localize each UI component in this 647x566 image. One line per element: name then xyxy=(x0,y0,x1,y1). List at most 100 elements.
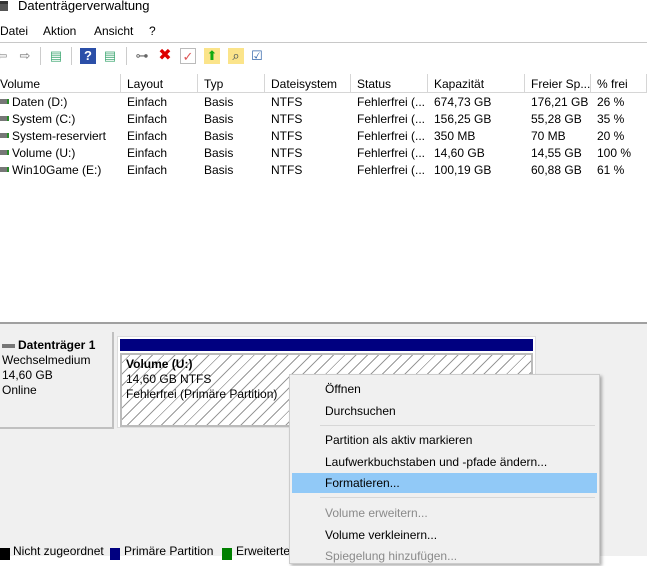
table-cell: NTFS xyxy=(271,146,303,160)
table-cell: 350 MB xyxy=(434,129,476,143)
menu-item-shrink-volume[interactable]: Volume verkleinern... xyxy=(292,525,597,545)
table-cell: 26 % xyxy=(597,95,625,109)
column-header-dateisystem[interactable]: Dateisystem xyxy=(265,74,351,93)
table-cell: 14,60 GB xyxy=(434,146,485,160)
table-cell: 14,55 GB xyxy=(531,146,582,160)
table-cell: 100 % xyxy=(597,146,632,160)
column-header-status[interactable]: Status xyxy=(351,74,428,93)
table-cell: Einfach xyxy=(127,163,168,177)
table-cell: NTFS xyxy=(271,129,303,143)
table-cell: Volume (U:) xyxy=(12,146,76,160)
legend-swatch-primary xyxy=(110,548,120,560)
table-cell: Basis xyxy=(204,112,234,126)
menu-item-durchsuchen[interactable]: Durchsuchen xyxy=(292,401,597,421)
volume-icon xyxy=(0,133,9,138)
disk-status: Online xyxy=(2,383,37,397)
disk-size: 14,60 GB xyxy=(2,368,53,382)
disk-icon xyxy=(2,343,15,348)
table-cell: NTFS xyxy=(271,163,303,177)
table-cell: System (C:) xyxy=(12,112,76,126)
table-cell: Fehlerfrei (... xyxy=(357,95,426,109)
table-row[interactable]: System-reserviert Einfach Basis NTFS Fehlerf… xyxy=(0,128,647,145)
table-cell: 176,21 GB xyxy=(531,95,589,109)
legend-swatch-extended xyxy=(222,548,232,560)
table-cell: Einfach xyxy=(127,95,168,109)
menu-bar: Datei Aktion Ansicht ? xyxy=(0,22,647,40)
volume-icon xyxy=(0,167,9,172)
menu-aktion[interactable]: Aktion xyxy=(43,24,76,38)
table-cell: 674,73 GB xyxy=(434,95,492,109)
delete-icon[interactable]: ✖ xyxy=(157,48,173,64)
table-cell: Fehlerfrei (... xyxy=(357,163,426,177)
legend: Nicht zugeordnet Primäre Partition Erwei… xyxy=(0,544,290,561)
partition-name: Volume (U:) xyxy=(126,357,193,371)
checklist-icon[interactable]: ☑ xyxy=(249,48,265,64)
primary-partition-bar xyxy=(120,339,533,351)
table-cell: NTFS xyxy=(271,95,303,109)
disk-name: Datenträger 1 xyxy=(18,338,96,352)
table-cell: System-reserviert xyxy=(12,129,107,143)
table-cell: Basis xyxy=(204,163,234,177)
search-icon[interactable]: ⌕ xyxy=(228,48,244,64)
table-cell: 156,25 GB xyxy=(434,112,492,126)
action-pane-icon[interactable]: ▤ xyxy=(102,48,118,64)
menu-help[interactable]: ? xyxy=(149,24,156,38)
table-cell: Fehlerfrei (... xyxy=(357,146,426,160)
column-header-kapazitaet[interactable]: Kapazität xyxy=(428,74,525,93)
table-row[interactable]: Win10Game (E:) Einfach Basis NTFS Fehlerfrei… xyxy=(0,162,647,179)
console-tree-icon[interactable]: ▤ xyxy=(48,48,64,64)
menu-item-formatieren[interactable]: Formatieren... xyxy=(292,473,597,493)
menu-item-change-drive-letter[interactable]: Laufwerkbuchstaben und -pfade ändern... xyxy=(292,452,597,472)
table-row[interactable]: Volume (U:) Einfach Basis NTFS Fehlerfrei (.… xyxy=(0,145,647,162)
menu-item-oeffnen[interactable]: Öffnen xyxy=(292,379,597,399)
table-cell: 20 % xyxy=(597,129,625,143)
table-cell: Basis xyxy=(204,146,234,160)
menu-item-extend-volume: Volume erweitern... xyxy=(325,506,428,520)
volume-icon xyxy=(0,116,9,121)
table-cell: 55,28 GB xyxy=(531,112,582,126)
column-header-freier-speicher[interactable]: Freier Sp... xyxy=(525,74,591,93)
column-header-volume[interactable]: Volume xyxy=(0,74,121,93)
table-cell: 100,19 GB xyxy=(434,163,492,177)
legend-swatch-unallocated xyxy=(0,548,10,560)
column-header-prozent-frei[interactable]: % frei xyxy=(591,74,647,93)
table-cell: Win10Game (E:) xyxy=(12,163,102,177)
menu-ansicht[interactable]: Ansicht xyxy=(94,24,133,38)
table-cell: 61 % xyxy=(597,163,625,177)
table-cell: 60,88 GB xyxy=(531,163,582,177)
properties-icon[interactable]: ✓ xyxy=(180,48,196,64)
table-cell: Einfach xyxy=(127,112,168,126)
context-menu: Öffnen Durchsuchen Partition als aktiv m… xyxy=(289,374,600,564)
disk-type: Wechselmedium xyxy=(2,353,91,367)
back-icon[interactable]: ⇦ xyxy=(0,48,10,64)
title-bar: Datenträgerverwaltung xyxy=(0,0,647,14)
table-cell: NTFS xyxy=(271,112,303,126)
table-row[interactable]: System (C:) Einfach Basis NTFS Fehlerfrei (.… xyxy=(0,111,647,128)
forward-icon[interactable]: ⇨ xyxy=(17,48,33,64)
table-cell: Fehlerfrei (... xyxy=(357,112,426,126)
table-cell: Einfach xyxy=(127,146,168,160)
table-cell: Basis xyxy=(204,129,234,143)
column-header-typ[interactable]: Typ xyxy=(198,74,265,93)
table-cell: 35 % xyxy=(597,112,625,126)
column-header-layout[interactable]: Layout xyxy=(121,74,198,93)
open-folder-icon[interactable]: ⬆ xyxy=(204,48,220,64)
table-cell: Einfach xyxy=(127,129,168,143)
menu-datei[interactable]: Datei xyxy=(0,24,28,38)
disk-info[interactable]: Datenträger 1 Wechselmedium 14,60 GB Onl… xyxy=(0,332,114,429)
volume-list: Volume Layout Typ Dateisystem Status Kap… xyxy=(0,74,647,322)
window-title: Datenträgerverwaltung xyxy=(18,0,150,13)
volume-icon xyxy=(0,150,9,155)
disk-management-icon xyxy=(0,1,8,11)
menu-item-add-mirror: Spiegelung hinzufügen... xyxy=(325,549,458,563)
table-cell: Daten (D:) xyxy=(12,95,68,109)
table-cell: Fehlerfrei (... xyxy=(357,129,426,143)
menu-item-mark-active[interactable]: Partition als aktiv markieren xyxy=(292,430,597,450)
table-row[interactable]: Daten (D:) Einfach Basis NTFS Fehlerfrei (..… xyxy=(0,94,647,111)
volume-icon xyxy=(0,99,9,104)
table-cell: 70 MB xyxy=(531,129,566,143)
help-icon[interactable]: ? xyxy=(80,48,96,64)
table-cell: Basis xyxy=(204,95,234,109)
connect-drive-icon[interactable]: ⊶ xyxy=(134,48,150,64)
toolbar: ⇦ ⇨ ▤ ? ▤ ⊶ ✖ ✓ ⬆ ⌕ ☑ xyxy=(0,42,647,68)
